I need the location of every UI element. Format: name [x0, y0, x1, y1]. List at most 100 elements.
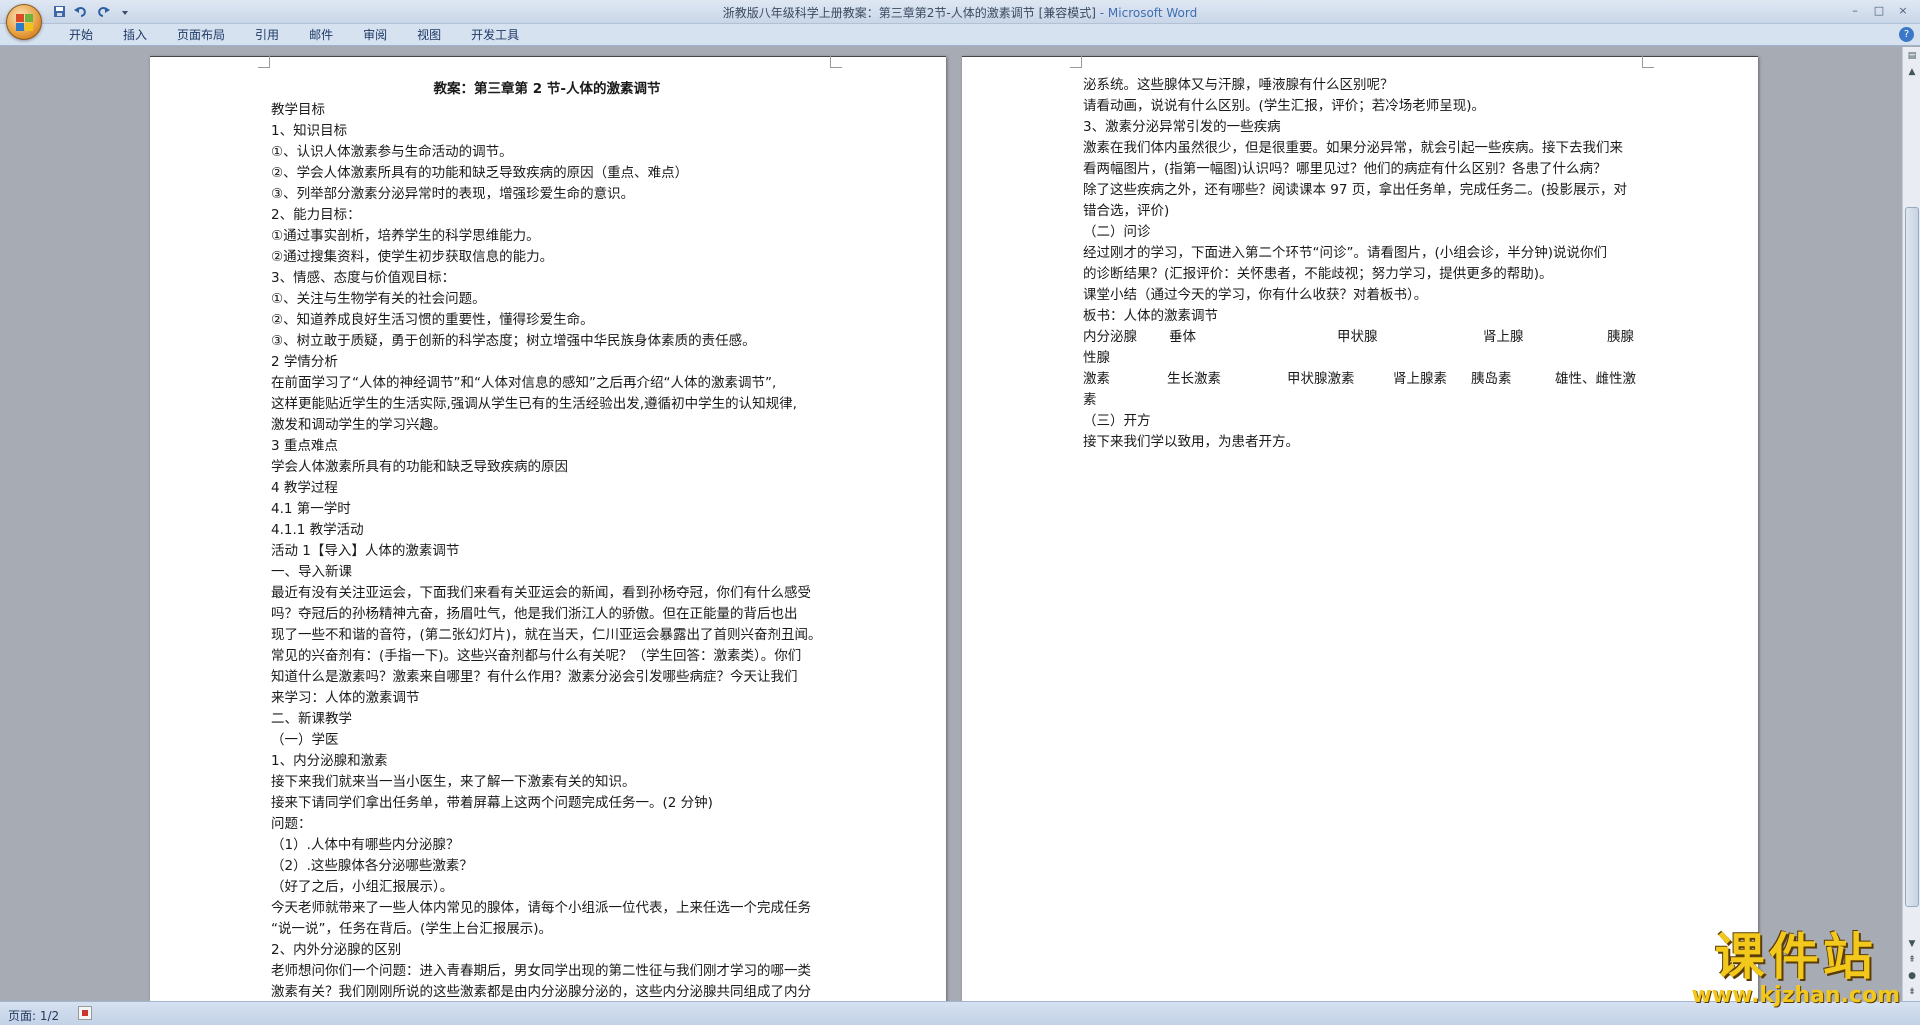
- paragraph-line: 板书：人体的激素调节: [1083, 308, 1218, 324]
- paragraph-line: 3、激素分泌异常引发的一些疾病: [1083, 119, 1281, 135]
- paragraph-line: （一）学医: [271, 732, 339, 748]
- paragraph-line: 激素有关？我们刚刚所说的这些激素都是由内分泌腺分泌的，这些内分泌腺共同组成了内分: [271, 984, 811, 1000]
- document-name: 浙教版八年级科学上册教案：第三章第2节-人体的激素调节 [兼容模式]: [722, 6, 1096, 20]
- crop-mark-left: [258, 56, 270, 68]
- select-browse-object-icon[interactable]: ●: [1905, 969, 1919, 983]
- paragraph-line: （1）.人体中有哪些内分泌腺？: [271, 837, 460, 853]
- board-cell: 垂体: [1169, 329, 1196, 345]
- board-cell: 甲状腺激素: [1287, 371, 1355, 387]
- proofing-icon[interactable]: [78, 1006, 92, 1020]
- tab-home[interactable]: 开始: [54, 27, 108, 43]
- ribbon-tabs: 开始 插入 页面布局 引用 邮件 审阅 视图 开发工具: [54, 27, 534, 43]
- paragraph-line: 4.1 第一学时: [271, 501, 351, 517]
- paragraph-line: 错合选，评价): [1083, 203, 1170, 219]
- paragraph-line: （2）.这些腺体各分泌哪些激素？: [271, 858, 473, 874]
- paragraph-line: “说一说”，任务在背后。(学生上台汇报展示)。: [271, 921, 553, 937]
- paragraph-line: 除了这些疾病之外，还有哪些？阅读课本 97 页，拿出任务单，完成任务二。(投影展…: [1083, 182, 1628, 198]
- page-2-paragraphs-end: （三）开方接下来我们学以致用，为患者开方。: [1083, 411, 1639, 453]
- tab-view[interactable]: 视图: [402, 27, 456, 43]
- paragraph-line: 2、能力目标：: [271, 207, 361, 223]
- board-cell: 胰腺: [1607, 329, 1634, 345]
- paragraph-line: 4 教学过程: [271, 480, 338, 496]
- window-title: 浙教版八年级科学上册教案：第三章第2节-人体的激素调节 [兼容模式] - Mic…: [0, 4, 1920, 21]
- board-row-hormones-wrap: 素: [1083, 392, 1097, 408]
- tab-page-layout[interactable]: 页面布局: [162, 27, 240, 43]
- window-controls: – □ ×: [1844, 2, 1914, 19]
- paragraph-line: 今天老师就带来了一些人体内常见的腺体，请每个小组派一位代表，上来任选一个完成任务: [271, 900, 811, 916]
- tab-review[interactable]: 审阅: [348, 27, 402, 43]
- paragraph-line: ②通过搜集资料，使学生初步获取信息的能力。: [271, 249, 554, 265]
- paragraph-line: 3、情感、态度与价值观目标：: [271, 270, 456, 286]
- tab-insert[interactable]: 插入: [108, 27, 162, 43]
- paragraph-line: （三）开方: [1083, 413, 1151, 429]
- maximize-button[interactable]: □: [1868, 2, 1890, 19]
- ruler-toggle-icon[interactable]: ▤: [1905, 49, 1919, 63]
- paragraph-line: 4.1.1 教学活动: [271, 522, 364, 538]
- paragraph-line: 老师想问你们一个问题：进入青春期后，男女同学出现的第二性征与我们刚才学习的哪一类: [271, 963, 811, 979]
- app-name: - Microsoft Word: [1095, 6, 1198, 20]
- board-cell: 肾上腺: [1483, 329, 1524, 345]
- page-1[interactable]: 教案：第三章第 2 节-人体的激素调节 教学目标 1、知识目标 ①、认识人体激素参…: [150, 56, 946, 1001]
- board-row-glands-wrap: 性腺: [1083, 350, 1110, 366]
- paragraph-line: 经过刚才的学习，下面进入第二个环节“问诊”。请看图片，(小组会诊，半分钟)说说你…: [1083, 245, 1608, 261]
- paragraph-line: ②、学会人体激素所具有的功能和缺乏导致疾病的原因（重点、难点）: [271, 165, 689, 181]
- paragraph-line: 2 学情分析: [271, 354, 338, 370]
- paragraph-line: 一、导入新课: [271, 564, 352, 580]
- document-title: 教案：第三章第 2 节-人体的激素调节: [433, 81, 661, 97]
- status-bar: 页面: 1/2: [0, 1001, 1920, 1025]
- paragraph-line: 请看动画，说说有什么区别。(学生汇报，评价；若冷场老师呈现)。: [1083, 98, 1486, 114]
- paragraph-line: 泌系统。这些腺体又与汗腺，唾液腺有什么区别呢？: [1083, 77, 1394, 93]
- paragraph-line: 激素在我们体内虽然很少，但是很重要。如果分泌异常，就会引起一些疾病。接下去我们来: [1083, 140, 1623, 156]
- office-button[interactable]: [6, 4, 42, 40]
- page-count[interactable]: 页面: 1/2: [8, 1007, 59, 1024]
- paragraph-line: 在前面学习了“人体的神经调节”和“人体对信息的感知”之后再介绍“人体的激素调节”…: [271, 375, 777, 391]
- paragraph-line: 接来下请同学们拿出任务单，带着屏幕上这两个问题完成任务一。(2 分钟): [271, 795, 713, 811]
- paragraph-line: ①、认识人体激素参与生命活动的调节。: [271, 144, 513, 160]
- paragraph-line: 3 重点难点: [271, 438, 338, 454]
- board-cell: 激素: [1083, 371, 1110, 387]
- paragraph-line: 1、内分泌腺和激素: [271, 753, 388, 769]
- vertical-scrollbar[interactable]: ▤ ▲ ▼ ⇞ ● ⇟: [1902, 47, 1920, 1001]
- paragraph-line: 最近有没有关注亚运会，下面我们来看有关亚运会的新闻，看到孙杨夺冠，你们有什么感受: [271, 585, 811, 601]
- board-row-glands: 内分泌腺 垂体 甲状腺 肾上腺 胰腺: [1083, 327, 1639, 348]
- scroll-down-icon[interactable]: ▼: [1905, 937, 1919, 951]
- document-area: 教案：第三章第 2 节-人体的激素调节 教学目标 1、知识目标 ①、认识人体激素参…: [0, 47, 1902, 1001]
- tab-mailings[interactable]: 邮件: [294, 27, 348, 43]
- paragraph-line: 1、知识目标: [271, 123, 348, 139]
- watermark-url: www.kjzhan.com: [1691, 983, 1900, 1008]
- paragraph-line: 问题：: [271, 816, 312, 832]
- scroll-thumb[interactable]: [1905, 207, 1919, 907]
- paragraph-line: ①通过事实剖析，培养学生的科学思维能力。: [271, 228, 540, 244]
- scroll-up-icon[interactable]: ▲: [1905, 65, 1919, 79]
- board-cell: 雄性、雌性激: [1555, 371, 1636, 387]
- minimize-button[interactable]: –: [1844, 2, 1866, 19]
- paragraph-line: 知道什么是激素吗？激素来自哪里？有什么作用？激素分泌会引发哪些病症？今天让我们: [271, 669, 798, 685]
- close-button[interactable]: ×: [1892, 2, 1914, 19]
- paragraph-line: 课堂小结（通过今天的学习，你有什么收获？对着板书）。: [1083, 287, 1428, 303]
- page-2[interactable]: 泌系统。这些腺体又与汗腺，唾液腺有什么区别呢？ 请看动画，说说有什么区别。(学生汇…: [962, 56, 1758, 1001]
- paragraph-line: 来学习：人体的激素调节: [271, 690, 420, 706]
- watermark-logo: 课件站: [1714, 928, 1877, 986]
- crop-mark-right: [1642, 56, 1654, 68]
- paragraph-line: ③、列举部分激素分泌异常时的表现，增强珍爱生命的意识。: [271, 186, 635, 202]
- page-2-text[interactable]: 泌系统。这些腺体又与汗腺，唾液腺有什么区别呢？ 请看动画，说说有什么区别。(学生汇…: [1083, 75, 1639, 453]
- paragraph-line: 学会人体激素所具有的功能和缺乏导致疾病的原因: [271, 459, 568, 475]
- paragraph-line: 吗？夺冠后的孙杨精神亢奋，扬眉吐气，他是我们浙江人的骄傲。但在正能量的背后也出: [271, 606, 798, 622]
- paragraph-line: 2、内外分泌腺的区别: [271, 942, 402, 958]
- page-1-paragraphs: 教学目标 1、知识目标 ①、认识人体激素参与生命活动的调节。 ②、学会人体激素所具有…: [271, 100, 823, 1001]
- page-2-paragraphs: 泌系统。这些腺体又与汗腺，唾液腺有什么区别呢？ 请看动画，说说有什么区别。(学生汇…: [1083, 75, 1639, 327]
- paragraph-line: 现了一些不和谐的音符，(第二张幻灯片)，就在当天，仁川亚运会暴露出了首则兴奋剂丑…: [271, 627, 822, 643]
- previous-page-icon[interactable]: ⇞: [1905, 953, 1919, 967]
- page-1-text[interactable]: 教案：第三章第 2 节-人体的激素调节 教学目标 1、知识目标 ①、认识人体激素参…: [271, 79, 823, 1001]
- tab-references[interactable]: 引用: [240, 27, 294, 43]
- paragraph-line: 接下来我们学以致用，为患者开方。: [1083, 434, 1299, 450]
- paragraph-line: 活动 1【导入】人体的激素调节: [271, 543, 460, 559]
- help-icon[interactable]: ?: [1899, 27, 1914, 42]
- paragraph-line: 接下来我们就来当一当小医生，来了解一下激素有关的知识。: [271, 774, 636, 790]
- board-cell: 胰岛素: [1471, 371, 1512, 387]
- next-page-icon[interactable]: ⇟: [1905, 985, 1919, 999]
- paragraph-line: ①、关注与生物学有关的社会问题。: [271, 291, 486, 307]
- tab-developer[interactable]: 开发工具: [456, 27, 534, 43]
- board-cell: 甲状腺: [1337, 329, 1378, 345]
- paragraph-line: 这样更能贴近学生的生活实际,强调从学生已有的生活经验出发,遵循初中学生的认知规律…: [271, 396, 797, 412]
